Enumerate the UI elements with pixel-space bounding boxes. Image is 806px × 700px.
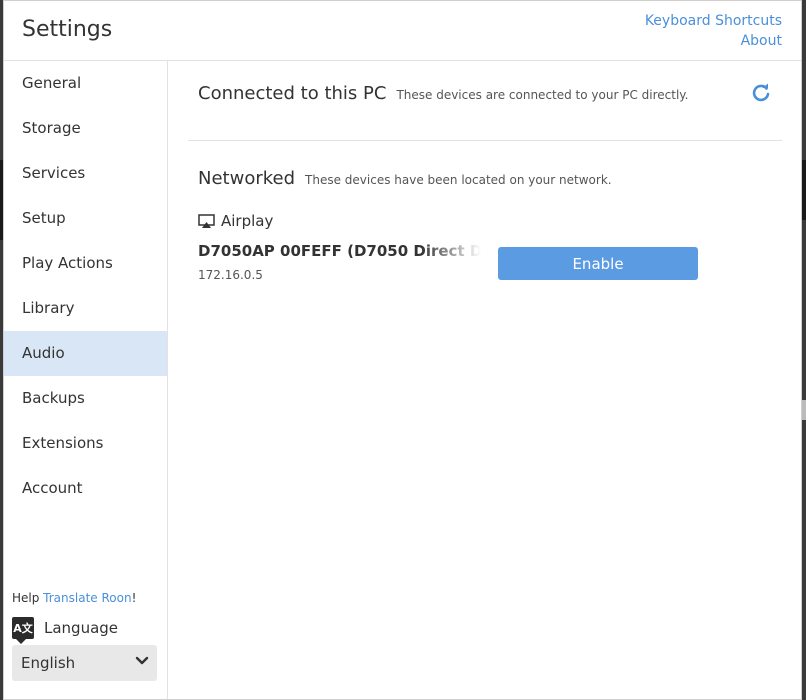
airplay-label: Airplay bbox=[221, 212, 274, 230]
enable-button[interactable]: Enable bbox=[498, 247, 698, 280]
help-prefix: Help bbox=[12, 591, 44, 605]
sidebar-item-library[interactable]: Library bbox=[4, 286, 167, 331]
language-value: English bbox=[21, 654, 76, 672]
about-link[interactable]: About bbox=[645, 31, 782, 51]
settings-content: Connected to this PC These devices are c… bbox=[168, 61, 801, 699]
background-strip-right-2 bbox=[802, 400, 806, 420]
airplay-icon bbox=[198, 213, 215, 228]
sidebar-item-play-actions[interactable]: Play Actions bbox=[4, 241, 167, 286]
sidebar-item-general[interactable]: General bbox=[4, 61, 167, 106]
settings-sidebar: General Storage Services Setup Play Acti… bbox=[4, 61, 168, 699]
dialog-title: Settings bbox=[22, 17, 113, 42]
dialog-header: Settings Keyboard Shortcuts About bbox=[4, 1, 801, 61]
sidebar-item-audio[interactable]: Audio bbox=[4, 331, 167, 376]
sidebar-item-storage[interactable]: Storage bbox=[4, 106, 167, 151]
background-strip-right bbox=[802, 160, 806, 220]
networked-section-header: Networked These devices have been locate… bbox=[198, 168, 612, 189]
language-row: A文 Language bbox=[12, 617, 119, 644]
language-select[interactable]: English bbox=[12, 645, 157, 681]
header-links: Keyboard Shortcuts About bbox=[645, 11, 782, 51]
translate-roon-link[interactable]: Translate Roon bbox=[43, 591, 131, 605]
language-icon: A文 bbox=[12, 617, 34, 644]
device-name-fade bbox=[421, 242, 481, 264]
airplay-group-header: Airplay bbox=[198, 212, 273, 230]
device-ip: 172.16.0.5 bbox=[198, 268, 263, 282]
keyboard-shortcuts-link[interactable]: Keyboard Shortcuts bbox=[645, 11, 782, 31]
networked-description: These devices have been located on your … bbox=[305, 173, 612, 187]
settings-dialog: Settings Keyboard Shortcuts About Genera… bbox=[3, 0, 802, 700]
networked-title: Networked bbox=[198, 168, 296, 189]
sidebar-item-services[interactable]: Services bbox=[4, 151, 167, 196]
connected-title: Connected to this PC bbox=[198, 83, 387, 104]
sidebar-item-extensions[interactable]: Extensions bbox=[4, 421, 167, 466]
connected-section-header: Connected to this PC These devices are c… bbox=[198, 83, 689, 104]
language-label: Language bbox=[44, 619, 119, 637]
help-suffix: ! bbox=[131, 591, 137, 605]
connected-description: These devices are connected to your PC d… bbox=[396, 88, 689, 102]
refresh-icon[interactable] bbox=[751, 83, 771, 103]
sidebar-item-account[interactable]: Account bbox=[4, 466, 167, 511]
help-translate: Help Translate Roon! bbox=[12, 591, 136, 605]
sidebar-item-setup[interactable]: Setup bbox=[4, 196, 167, 241]
sidebar-item-backups[interactable]: Backups bbox=[4, 376, 167, 421]
chevron-down-icon bbox=[135, 656, 149, 665]
section-divider bbox=[188, 140, 782, 141]
